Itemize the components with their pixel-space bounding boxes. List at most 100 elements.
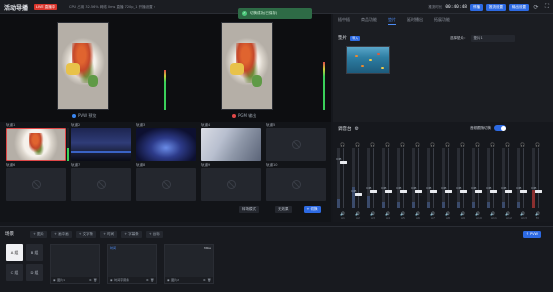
source-thumbnail[interactable] — [266, 128, 326, 161]
pgm-screen[interactable] — [221, 22, 273, 110]
fader-knob[interactable] — [490, 190, 497, 193]
source-tile[interactable]: 轨道8 — [136, 163, 196, 203]
settings-icon[interactable]: ⚙ — [355, 126, 359, 132]
slate-thumbnail[interactable] — [346, 46, 390, 74]
headphone-icon[interactable]: 🎧 — [385, 142, 390, 147]
add-element-button[interactable]: + 时间 — [100, 231, 118, 238]
scene-group-button[interactable]: B 组 — [26, 244, 43, 261]
fader-knob[interactable] — [415, 190, 422, 193]
delete-icon[interactable]: 🗑 — [207, 278, 211, 282]
source-tile[interactable]: 轨道7 — [71, 163, 131, 203]
source-tile[interactable]: 轨道2 — [71, 123, 131, 163]
add-element-button[interactable]: + 图片 — [30, 231, 48, 238]
pvw-screen[interactable] — [57, 22, 109, 110]
fader-knob[interactable] — [430, 190, 437, 193]
fader-knob[interactable] — [460, 190, 467, 193]
fader-knob[interactable] — [475, 190, 482, 193]
delete-icon[interactable]: 🗑 — [150, 278, 154, 282]
fader-track — [343, 148, 344, 208]
settings-icon[interactable]: ⚙ — [203, 278, 206, 282]
add-element-button[interactable]: + 字幕条 — [121, 231, 142, 238]
headphone-icon[interactable]: 🎧 — [490, 142, 495, 147]
tab-0[interactable]: 插中插 — [338, 17, 350, 25]
scene-group-button[interactable]: C 组 — [6, 264, 23, 281]
source-tile[interactable]: 轨道4 — [201, 123, 261, 163]
tab-3[interactable]: 延时播出 — [407, 17, 423, 25]
expand-icon[interactable]: ⛶ — [543, 3, 551, 11]
settings-icon[interactable]: ⚙ — [89, 278, 92, 282]
headphone-icon[interactable]: 🎧 — [340, 142, 345, 147]
headphone-icon[interactable]: 🎧 — [535, 142, 540, 147]
mixer-channel: 🎧 0dB 🔊 A7 — [426, 142, 441, 220]
fader-knob[interactable] — [370, 190, 377, 193]
source-thumbnail[interactable] — [71, 128, 131, 161]
delete-icon[interactable]: 🗑 — [93, 278, 97, 282]
take-button[interactable]: + 切换 — [303, 205, 321, 213]
scene-card[interactable]: ◉ 图片1 ⚙ 🗑 — [50, 244, 100, 284]
eye-icon[interactable]: ◉ — [110, 278, 113, 282]
add-element-button[interactable]: + 台标 — [145, 231, 163, 238]
follow-toggle-label: 音频跟随切换 — [470, 125, 491, 130]
source-thumbnail[interactable] — [266, 168, 326, 201]
headphone-icon[interactable]: 🎧 — [505, 142, 510, 147]
headphone-icon[interactable]: 🎧 — [460, 142, 465, 147]
eye-icon[interactable]: ◉ — [167, 278, 170, 282]
headphone-icon[interactable]: 🎧 — [430, 142, 435, 147]
source-thumbnail[interactable] — [136, 128, 196, 161]
tab-2[interactable]: 垫片 — [388, 17, 396, 25]
fader-knob[interactable] — [340, 161, 347, 165]
slate-select[interactable]: 垫片1 — [470, 35, 515, 42]
effect-select[interactable]: 无效果 — [275, 205, 292, 213]
db-label: 0dB — [471, 186, 477, 190]
fader-knob[interactable] — [445, 190, 452, 193]
source-tile[interactable]: 轨道6 — [6, 163, 66, 203]
headphone-icon[interactable]: 🎧 — [445, 142, 450, 147]
headphone-icon[interactable]: 🎧 — [400, 142, 405, 147]
fader-knob[interactable] — [400, 190, 407, 193]
source-thumbnail[interactable] — [6, 168, 66, 201]
push-settings-button[interactable]: 推流设置 — [486, 3, 506, 11]
refresh-icon[interactable]: ⟳ — [532, 3, 540, 11]
channel-id: A10 — [476, 216, 482, 220]
channel-level-meter — [412, 148, 415, 208]
follow-toggle[interactable] — [494, 125, 506, 131]
source-thumbnail[interactable] — [136, 168, 196, 201]
settings-icon[interactable]: ⚙ — [146, 278, 149, 282]
headphone-icon[interactable]: 🎧 — [355, 142, 360, 147]
source-tile[interactable]: 轨道1 — [6, 123, 69, 163]
output-settings-button[interactable]: 输出设置 — [509, 3, 529, 11]
add-element-button[interactable]: + 文字条 — [75, 231, 97, 238]
headphone-icon[interactable]: 🎧 — [370, 142, 375, 147]
fader-knob[interactable] — [355, 193, 362, 196]
fader-track — [403, 148, 404, 208]
source-tile[interactable]: 轨道5 — [266, 123, 326, 163]
scene-card[interactable]: 时间 ◉ 时间字幕条 ⚙ 🗑 — [107, 244, 157, 284]
headphone-icon[interactable]: 🎧 — [475, 142, 480, 147]
source-thumbnail[interactable] — [201, 128, 261, 161]
scene-group-button[interactable]: A 组 — [6, 244, 23, 261]
source-tile[interactable]: 轨道9 — [201, 163, 261, 203]
tab-4[interactable]: 拓展功能 — [434, 17, 450, 25]
source-thumbnail[interactable] — [6, 128, 66, 161]
import-button[interactable]: 导入 — [350, 36, 361, 41]
source-thumbnail[interactable] — [71, 168, 131, 201]
eye-icon[interactable]: ◉ — [53, 278, 56, 282]
headphone-icon[interactable]: 🎧 — [520, 142, 525, 147]
fader-knob[interactable] — [520, 190, 527, 193]
pvw-label-text: PVW 预览 — [78, 113, 97, 118]
scene-card[interactable]: Mike ◉ 图片2 ⚙ 🗑 — [164, 244, 214, 284]
fader-knob[interactable] — [535, 190, 542, 193]
pvw-button[interactable]: ↑ PVW — [523, 231, 542, 238]
channel-id: A4 — [386, 216, 390, 220]
source-thumbnail[interactable] — [201, 168, 261, 201]
transition-select[interactable]: 转场模式 — [239, 205, 259, 213]
source-tile[interactable]: 轨道3 — [136, 123, 196, 163]
fader-knob[interactable] — [385, 190, 392, 193]
headphone-icon[interactable]: 🎧 — [415, 142, 420, 147]
stop-button[interactable]: 停播 — [470, 3, 483, 11]
scene-group-button[interactable]: D 组 — [26, 264, 43, 281]
source-tile[interactable]: 轨道10 — [266, 163, 326, 203]
fader-knob[interactable] — [505, 190, 512, 193]
add-element-button[interactable]: + 画中画 — [51, 231, 72, 238]
tab-1[interactable]: 商品功能 — [361, 17, 377, 25]
